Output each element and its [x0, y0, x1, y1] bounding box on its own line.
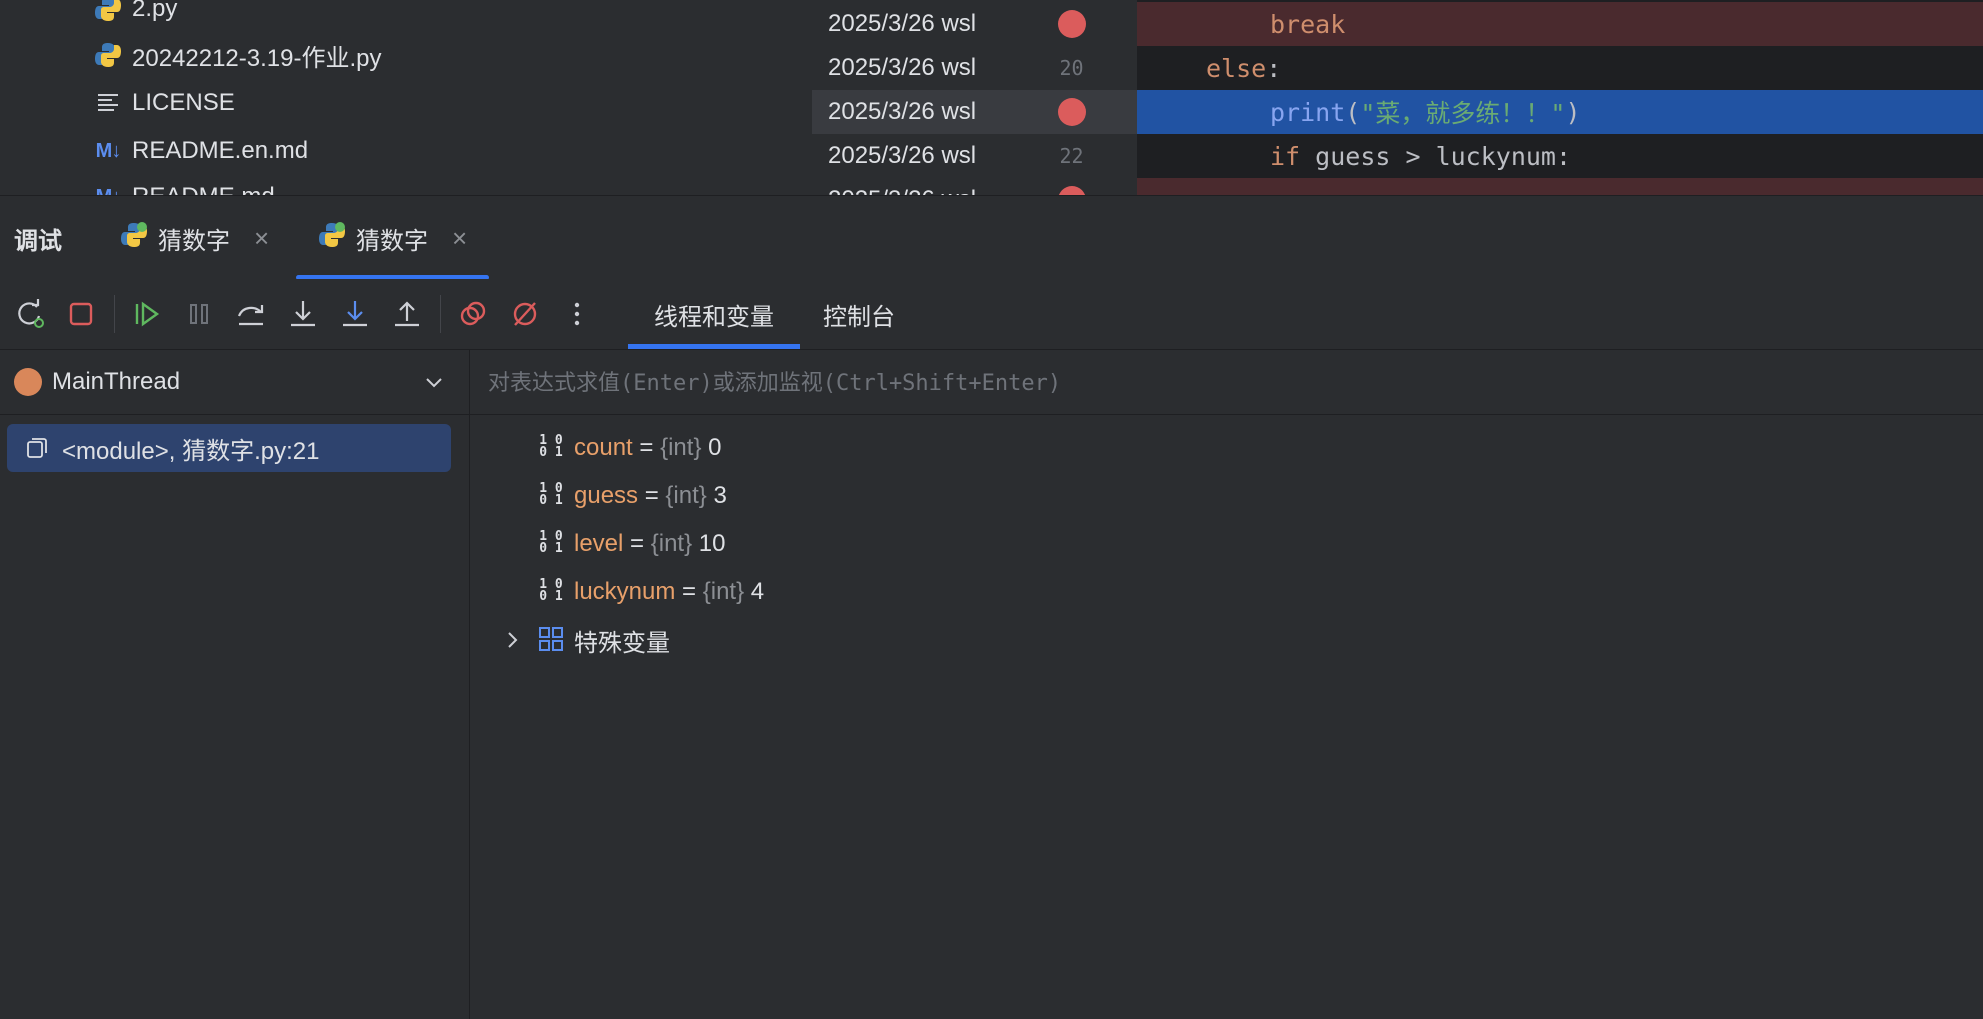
force-step-into-icon[interactable]: [334, 293, 376, 335]
variable-row[interactable]: 1 00 1 guess = {int} 3: [470, 472, 1983, 520]
top-editor-area: 2.py 20242212-3.19-作业.py LICENSE M↓ READ…: [0, 0, 1983, 195]
evaluate-expression-bar: [470, 350, 1983, 415]
python-file-icon: [94, 41, 122, 69]
variable-type: {int}: [650, 530, 693, 557]
python-file-icon: [94, 0, 122, 23]
evaluate-expression-input[interactable]: [480, 358, 1970, 408]
file-item-license[interactable]: LICENSE: [94, 81, 235, 125]
variable-row[interactable]: 1 00 1 count = {int} 0: [470, 424, 1983, 472]
close-icon[interactable]: ×: [254, 223, 269, 254]
file-item-readme-en[interactable]: M↓ README.en.md: [94, 129, 308, 173]
code-line[interactable]: if guess > luckynum:: [1137, 134, 1983, 178]
file-item-homework[interactable]: 20242212-3.19-作业.py: [94, 33, 382, 77]
file-name: 2.py: [132, 0, 178, 22]
step-over-icon[interactable]: [230, 293, 272, 335]
code-line[interactable]: [1137, 178, 1983, 195]
frame-icon: [25, 436, 49, 465]
debug-toolbar: 线程和变量 控制台: [0, 279, 1983, 350]
thread-selector[interactable]: MainThread: [0, 350, 469, 415]
mute-breakpoints-icon[interactable]: [504, 293, 546, 335]
tab-console[interactable]: 控制台: [823, 279, 895, 349]
code-line-current[interactable]: print("菜，就多练！！"): [1137, 90, 1983, 134]
close-icon[interactable]: ×: [452, 223, 467, 254]
file-item-2py[interactable]: 2.py: [94, 0, 177, 31]
variable-name: luckynum: [574, 578, 676, 605]
code-line[interactable]: else:: [1137, 46, 1983, 90]
rerun-debug-icon[interactable]: [10, 293, 52, 335]
tab-label: 猜数字: [356, 227, 428, 255]
pause-icon[interactable]: [178, 293, 220, 335]
variable-value: 4: [750, 578, 765, 605]
markdown-file-icon: M↓: [95, 139, 122, 162]
variable-type: {int}: [665, 482, 707, 509]
special-variables-row[interactable]: 特殊变量: [470, 616, 1983, 664]
resume-icon[interactable]: [126, 293, 168, 335]
file-name: 20242212-3.19-作业.py: [132, 44, 382, 72]
variable-value: 0: [708, 434, 722, 461]
text-file-icon: [94, 89, 122, 117]
line-number[interactable]: 22: [1006, 134, 1137, 178]
file-name: README.md: [132, 183, 275, 195]
breakpoint-icon: [1057, 10, 1086, 38]
markdown-file-icon: M↓: [94, 183, 122, 196]
variable-row[interactable]: 1 00 1 luckynum = {int} 4: [470, 568, 1983, 616]
view-breakpoints-icon[interactable]: [452, 293, 494, 335]
integer-icon: 1 00 1: [539, 481, 563, 508]
step-into-icon[interactable]: [282, 293, 324, 335]
grid-icon: [538, 626, 564, 652]
file-item-readme[interactable]: M↓ README.md: [94, 175, 275, 195]
variable-name: level: [574, 530, 624, 557]
thread-name: MainThread: [52, 368, 181, 395]
frame-label: <module>, 猜数字.py:21: [62, 437, 320, 465]
integer-icon: 1 00 1: [539, 529, 563, 556]
breakpoint-icon: [1057, 98, 1086, 126]
editor-gutter: 20 22: [1006, 0, 1137, 195]
integer-icon: 1 00 1: [539, 577, 563, 604]
chevron-down-icon[interactable]: [422, 370, 446, 399]
tab-label: 猜数字: [158, 227, 230, 255]
variable-name: guess: [574, 482, 639, 509]
debug-tab-bar: 调试 猜数字 × 猜数字 ×: [0, 195, 1983, 281]
thread-status-icon: [14, 368, 42, 396]
breakpoint-icon: [1057, 186, 1086, 195]
stack-frame-item[interactable]: <module>, 猜数字.py:21: [7, 424, 451, 472]
integer-icon: 1 00 1: [539, 433, 563, 460]
debug-tool-window-title: 调试: [14, 227, 62, 255]
python-run-icon: [120, 221, 148, 256]
run-config-tab-active[interactable]: 猜数字 ×: [295, 196, 490, 280]
variable-type: {int}: [702, 578, 745, 605]
frames-panel: MainThread <module>, 猜数字.py:21: [0, 350, 470, 1019]
code-editor[interactable]: break else: print("菜，就多练！！") if guess > …: [1137, 0, 1983, 195]
stop-icon[interactable]: [60, 293, 102, 335]
python-run-icon: [318, 221, 346, 256]
file-name: LICENSE: [132, 89, 235, 116]
run-config-tab[interactable]: 猜数字 ×: [120, 196, 269, 280]
code-line[interactable]: break: [1137, 2, 1983, 46]
breakpoint-marker[interactable]: [1006, 90, 1137, 134]
file-name: README.en.md: [132, 137, 309, 164]
special-variables-label: 特殊变量: [574, 629, 670, 657]
variable-value: 10: [698, 530, 726, 557]
tab-threads-variables[interactable]: 线程和变量: [628, 279, 800, 349]
variable-name: count: [574, 434, 633, 461]
variables-panel: 1 00 1 count = {int} 0 1 00 1 guess = {i…: [470, 350, 1983, 1019]
more-icon[interactable]: [556, 293, 598, 335]
variable-value: 3: [713, 482, 727, 509]
step-out-icon[interactable]: [386, 293, 428, 335]
line-number[interactable]: 20: [1006, 46, 1137, 90]
breakpoint-marker[interactable]: [1006, 178, 1137, 195]
project-tree: 2.py 20242212-3.19-作业.py LICENSE M↓ READ…: [0, 0, 812, 195]
chevron-right-icon[interactable]: [500, 628, 524, 659]
variable-type: {int}: [660, 434, 702, 461]
variable-row[interactable]: 1 00 1 level = {int} 10: [470, 520, 1983, 568]
breakpoint-marker[interactable]: [1006, 2, 1137, 46]
